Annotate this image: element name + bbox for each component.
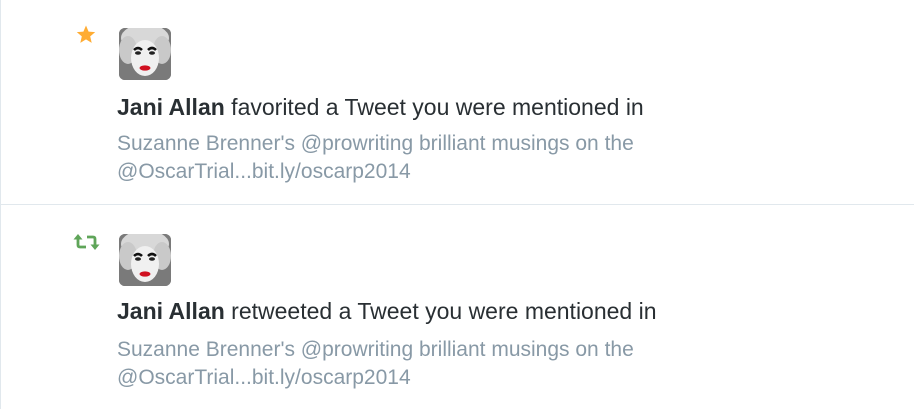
user-name[interactable]: Jani Allan: [117, 94, 225, 120]
tweet-text-line: Suzanne Brenner's @prowriting brilliant …: [117, 338, 634, 361]
tweet-text[interactable]: Suzanne Brenner's @prowriting brilliant …: [117, 336, 737, 392]
notification-headline: Jani Allan favorited a Tweet you were me…: [117, 92, 644, 122]
tweet-text-line: Suzanne Brenner's @prowriting brilliant …: [117, 132, 634, 155]
avatar[interactable]: [119, 28, 171, 80]
avatar[interactable]: [119, 234, 171, 286]
tweet-text[interactable]: Suzanne Brenner's @prowriting brilliant …: [117, 130, 737, 186]
notification-favorite[interactable]: Jani Allan favorited a Tweet you were me…: [0, 0, 914, 204]
tweet-text-line: @OscarTrial...bit.ly/oscarp2014: [117, 366, 411, 389]
notification-headline: Jani Allan retweeted a Tweet you were me…: [117, 296, 657, 326]
notification-retweet[interactable]: Jani Allan retweeted a Tweet you were me…: [0, 205, 914, 409]
star-icon: [76, 25, 96, 43]
action-text: retweeted a Tweet you were mentioned in: [224, 298, 657, 324]
tweet-text-line: @OscarTrial...bit.ly/oscarp2014: [117, 160, 411, 183]
action-text: favorited a Tweet you were mentioned in: [224, 94, 644, 120]
retweet-icon: [73, 234, 100, 250]
user-name[interactable]: Jani Allan: [117, 298, 225, 324]
